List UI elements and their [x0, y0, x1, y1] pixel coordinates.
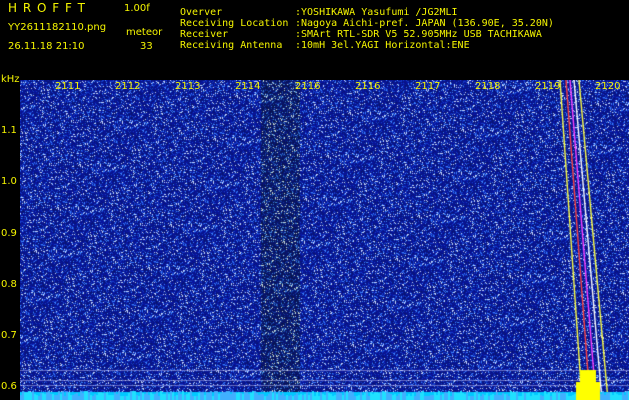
y-axis-label: 1.1 — [1, 125, 17, 137]
app-version: 1.00f — [124, 3, 150, 14]
meteor-count: 33 — [140, 41, 153, 52]
time-axis-label: 2120 — [595, 81, 621, 92]
info-key-location: Receiving Location — [180, 18, 289, 29]
time-axis-label: 2111 — [55, 81, 81, 92]
y-axis-label: 0.6 — [1, 381, 17, 393]
y-axis-label: 0.9 — [1, 227, 17, 239]
counter-label: meteor — [126, 27, 163, 38]
spectrogram — [20, 80, 629, 400]
info-key-observer: Overver — [180, 7, 223, 18]
timestamp: 26.11.18 21:10 — [8, 41, 85, 52]
info-value-location: :Nagoya Aichi-pref. JAPAN (136.90E, 35.2… — [295, 18, 554, 29]
image-filename: YY2611182110.png — [8, 22, 107, 33]
y-axis-label: 0.7 — [1, 330, 17, 341]
y-axis-label: 1.0 — [1, 176, 17, 188]
info-value-receiver: :SMArt RTL-SDR V5 52.905MHz USB TACHIKAW… — [295, 29, 542, 40]
time-axis-label: 2117 — [415, 81, 441, 92]
y-axis-unit: kHz — [1, 74, 20, 85]
time-axis-label: 2113 — [175, 81, 201, 92]
time-axis-label: 2118 — [475, 81, 501, 92]
app-name: H R O F F T — [8, 1, 87, 15]
time-axis-label: 2114 — [235, 81, 261, 92]
time-axis-label: 2119 — [535, 81, 561, 92]
time-axis-label: 2116 — [355, 81, 381, 92]
hroft-window: H R O F F T 1.00f YY2611182110.png meteo… — [0, 0, 629, 400]
info-value-observer: :YOSHIKAWA Yasufumi /JG2MLI — [295, 7, 458, 18]
y-axis-label: 0.8 — [1, 278, 17, 290]
time-axis-label: 2112 — [115, 81, 141, 92]
info-key-receiver: Receiver — [180, 29, 229, 40]
time-axis-label: 2116 — [295, 81, 321, 92]
info-key-antenna: Receiving Antenna — [180, 40, 283, 51]
info-value-antenna: :10mH 3el.YAGI Horizontal:ENE — [295, 40, 470, 51]
